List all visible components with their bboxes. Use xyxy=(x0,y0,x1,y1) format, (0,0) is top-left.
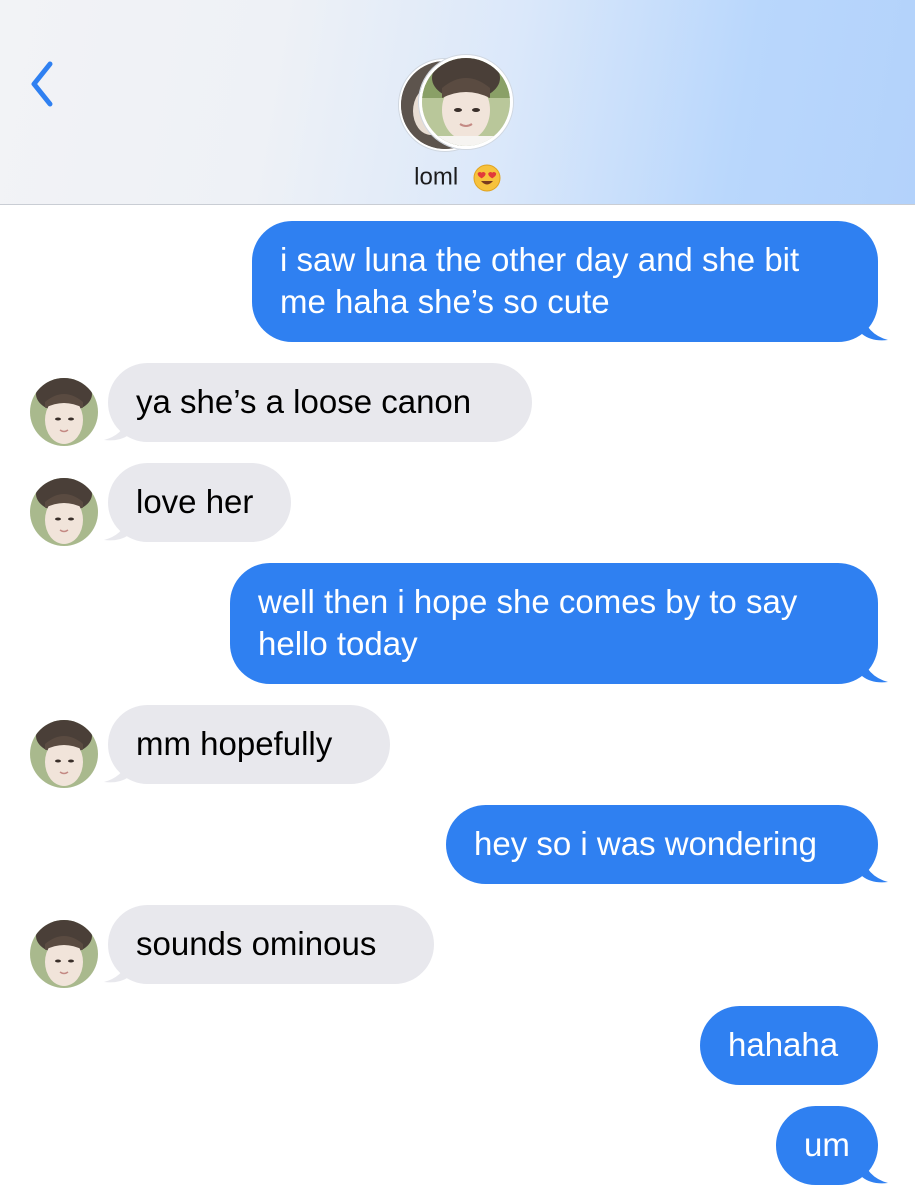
outgoing-message[interactable]: hey so i was wondering xyxy=(446,805,878,884)
heart-eyes-emoji-icon xyxy=(473,164,501,192)
back-button[interactable] xyxy=(26,56,66,112)
message-line: me haha she’s so cute xyxy=(280,283,610,320)
incoming-message[interactable]: mm hopefully xyxy=(108,705,390,784)
sender-avatar[interactable] xyxy=(30,920,98,988)
outgoing-tail xyxy=(862,654,888,683)
contact-avatar[interactable] xyxy=(399,55,519,151)
incoming-tail xyxy=(104,512,130,541)
incoming-message[interactable]: love her xyxy=(108,463,291,542)
conversation-header: loml xyxy=(0,0,915,205)
message-line: well then i hope she comes by to say xyxy=(258,583,798,620)
message-line: mm hopefully xyxy=(136,725,333,762)
message-line: love her xyxy=(136,483,254,520)
message-line: hahaha xyxy=(728,1026,839,1063)
sender-avatar[interactable] xyxy=(30,378,98,446)
outgoing-message[interactable]: hahaha xyxy=(700,1006,878,1085)
incoming-tail xyxy=(104,754,130,783)
contact-name: loml xyxy=(414,163,459,191)
incoming-message[interactable]: ya she’s a loose canon xyxy=(108,363,532,442)
message-line: hey so i was wondering xyxy=(474,825,818,862)
chevron-left-icon xyxy=(31,61,53,107)
message-line: hello today xyxy=(258,625,418,662)
message-line: i saw luna the other day and she bit xyxy=(280,241,800,278)
outgoing-message[interactable]: well then i hope she comes by to say hel… xyxy=(230,563,878,684)
contact-avatar-photo xyxy=(419,55,513,149)
message-line: sounds ominous xyxy=(136,925,377,962)
contact-name-row[interactable]: loml xyxy=(0,160,915,195)
sender-avatar[interactable] xyxy=(30,478,98,546)
message-line: ya she’s a loose canon xyxy=(136,383,472,420)
outgoing-tail xyxy=(862,1155,888,1184)
incoming-tail xyxy=(104,954,130,983)
outgoing-tail xyxy=(862,312,888,341)
outgoing-message[interactable]: i saw luna the other day and she bit me … xyxy=(252,221,878,342)
sender-avatar[interactable] xyxy=(30,720,98,788)
message-line: um xyxy=(804,1126,850,1163)
incoming-message[interactable]: sounds ominous xyxy=(108,905,434,984)
incoming-tail xyxy=(104,412,130,441)
message-thread[interactable]: i saw luna the other day and she bit me … xyxy=(0,206,915,1200)
outgoing-tail xyxy=(862,854,888,883)
